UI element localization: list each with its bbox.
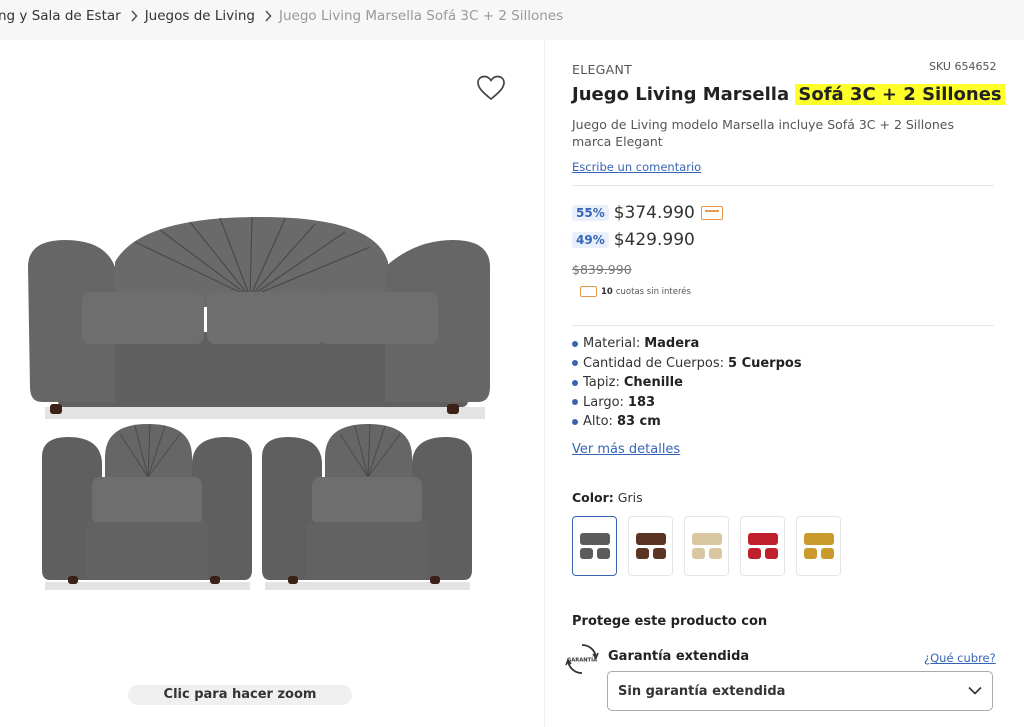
color-swatches [572, 516, 852, 576]
bullet-icon [572, 418, 578, 425]
color-swatch-gris[interactable] [572, 516, 617, 576]
spec-value: Chenille [623, 375, 683, 391]
color-swatch-beige[interactable] [684, 516, 729, 576]
bullet-icon [572, 340, 578, 347]
product-title-text: Juego Living Marsella [572, 84, 796, 105]
card-discount-badge: 55% [572, 205, 609, 221]
bullet-icon [572, 399, 578, 406]
spec-label: Alto: [583, 414, 613, 430]
bullet-icon [572, 379, 578, 386]
spec-item: Alto: 83 cm [572, 412, 802, 432]
sofa-thumbnail [803, 533, 834, 559]
color-swatch-cafe[interactable] [628, 516, 673, 576]
color-label: Color: Gris [572, 490, 643, 505]
color-selected-value: Gris [617, 490, 643, 505]
spec-item: Material: Madera [572, 334, 802, 354]
divider [572, 325, 994, 326]
heart-icon[interactable] [476, 74, 506, 102]
product-brand[interactable]: ELEGANT [572, 62, 632, 77]
warranty-coverage-link[interactable]: ¿Qué cubre? [924, 651, 996, 665]
bullet-icon [572, 360, 578, 367]
spec-value: 5 Cuerpos [728, 355, 802, 371]
warranty-label: Garantía extendida [608, 649, 750, 664]
breadcrumb-current: Juego Living Marsella Sofá 3C + 2 Sillon… [279, 8, 564, 24]
warranty-shield-icon: GARANTÍA [565, 642, 599, 676]
credit-card-icon [700, 206, 723, 220]
breadcrumb-item-sala-de-estar[interactable]: ng y Sala de Estar [0, 8, 121, 24]
spec-label: Material: [583, 336, 641, 352]
chevron-down-icon [968, 684, 982, 699]
installments-text: cuotas sin interés [615, 286, 691, 297]
spec-value: Madera [644, 336, 700, 352]
credit-card-icon [580, 286, 597, 297]
warranty-icon-text: GARANTÍA [567, 656, 597, 664]
breadcrumb: ng y Sala de Estar Juegos de Living Jueg… [0, 8, 563, 24]
spec-label: Cantidad de Cuerpos: [583, 355, 724, 371]
card-price: $374.990 [613, 203, 695, 223]
warranty-select[interactable]: Sin garantía extendida [607, 671, 993, 711]
warranty-select-value: Sin garantía extendida [618, 683, 786, 699]
sofa-set-image [28, 216, 490, 590]
internet-price-row: 49% $429.990 [572, 230, 695, 250]
color-swatch-mostaza[interactable] [796, 516, 841, 576]
sofa-thumbnail [635, 533, 666, 559]
spec-label: Largo: [583, 394, 624, 410]
protection-title: Protege este producto con [572, 614, 768, 629]
color-swatch-rojo[interactable] [740, 516, 785, 576]
color-label-title: Color: [572, 490, 614, 505]
spec-item: Tapiz: Chenille [572, 373, 802, 393]
installments-count: 10 [601, 286, 613, 297]
spec-value: 83 cm [616, 414, 661, 430]
product-description: Juego de Living modelo Marsella incluye … [572, 117, 954, 149]
sofa-thumbnail [691, 533, 722, 559]
normal-price: $839.990 [572, 262, 632, 277]
breadcrumb-item-juegos-de-living[interactable]: Juegos de Living [145, 8, 255, 24]
more-details-link[interactable]: Ver más detalles [572, 442, 680, 457]
internet-discount-badge: 49% [572, 232, 609, 248]
zoom-hint[interactable]: Clic para hacer zoom [128, 685, 352, 705]
write-review-link[interactable]: Escribe un comentario [572, 160, 701, 174]
product-sku: SKU 654652 [929, 60, 997, 73]
spec-item: Largo: 183 [572, 393, 802, 413]
divider [572, 185, 994, 186]
spec-value: 183 [627, 394, 656, 410]
sofa-thumbnail [579, 533, 610, 559]
card-price-row: 55% $374.990 [572, 203, 723, 223]
spec-label: Tapiz: [583, 375, 620, 391]
product-title-highlight: Sofá 3C + 2 Sillones [795, 84, 1005, 105]
product-title: Juego Living Marsella Sofá 3C + 2 Sillon… [572, 84, 1005, 105]
product-main-image[interactable] [20, 212, 500, 596]
installments-info: 10 cuotas sin interés [580, 286, 691, 297]
spec-list: Material: Madera Cantidad de Cuerpos: 5 Cu… [572, 334, 802, 432]
chevron-right-icon [264, 10, 272, 22]
chevron-right-icon [130, 10, 138, 22]
internet-price: $429.990 [613, 230, 695, 250]
sofa-thumbnail [747, 533, 778, 559]
spec-item: Cantidad de Cuerpos: 5 Cuerpos [572, 354, 802, 374]
